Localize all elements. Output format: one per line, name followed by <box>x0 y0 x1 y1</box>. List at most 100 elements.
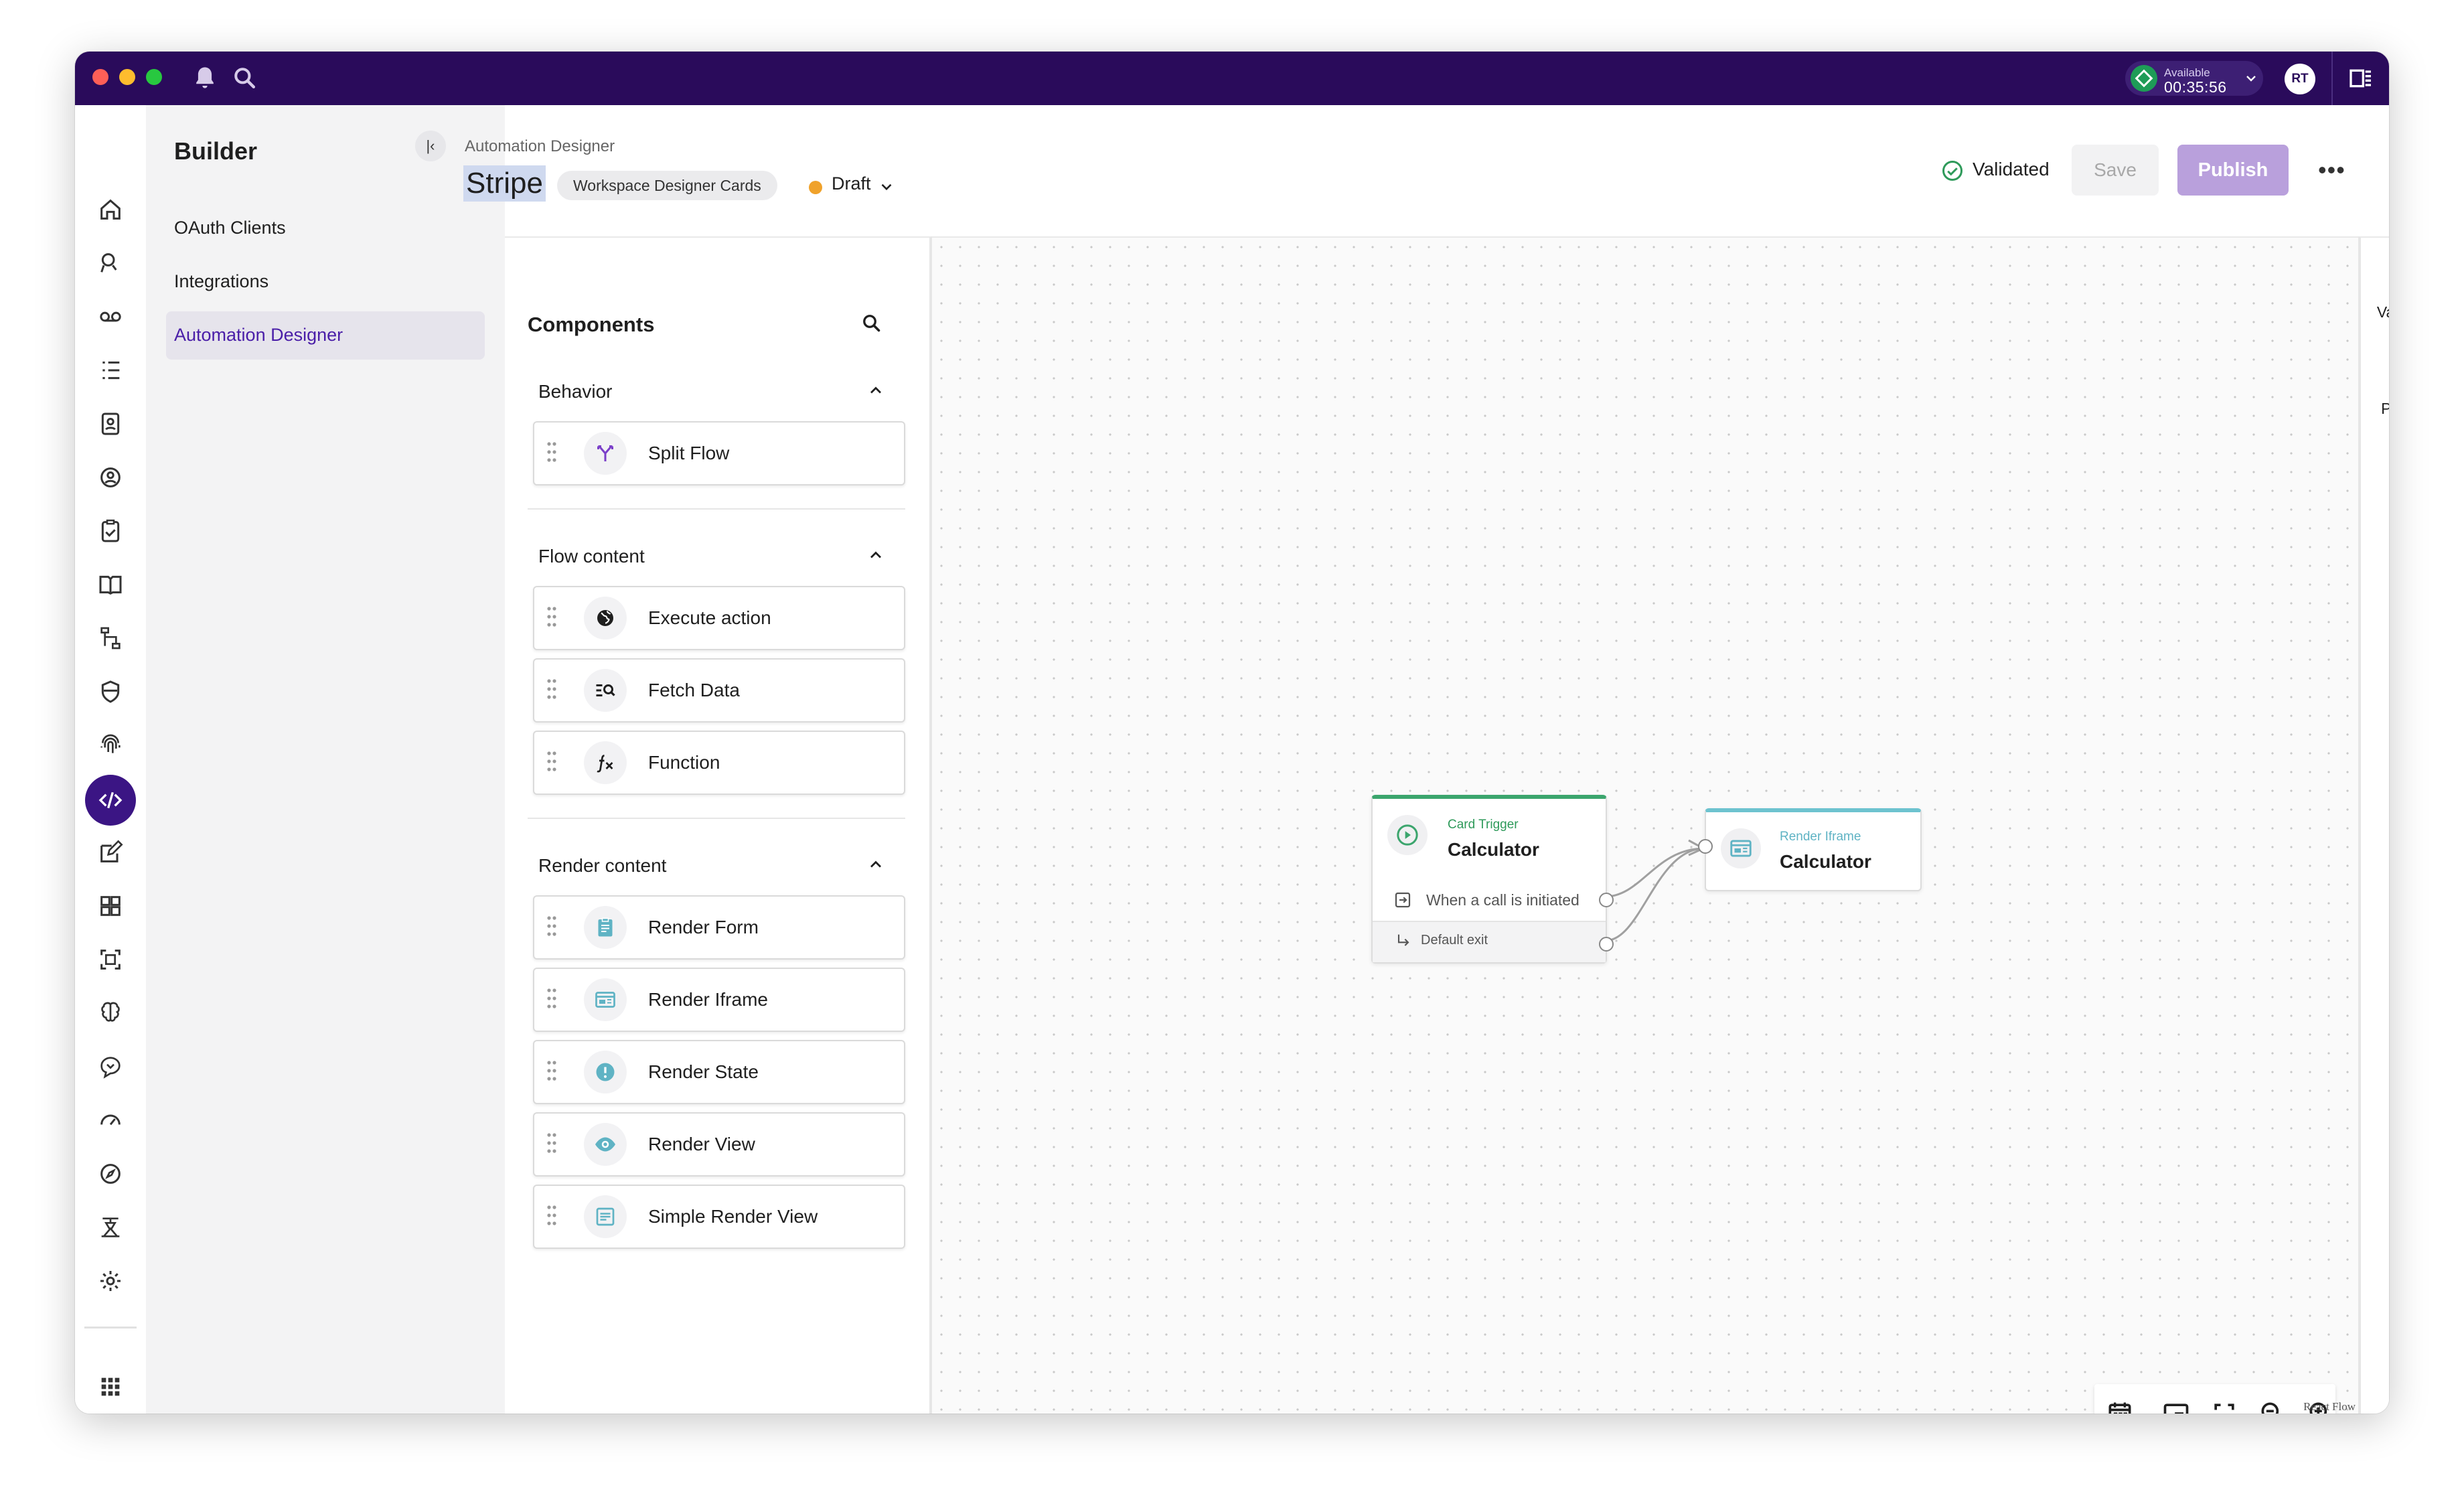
panel-toggle-icon[interactable] <box>2347 65 2374 92</box>
gear-icon[interactable] <box>93 1264 128 1298</box>
enter-icon <box>1395 892 1411 908</box>
right-tool-panel: {} Variables Preview <box>2361 238 2389 1414</box>
chat-icon[interactable] <box>93 1049 128 1084</box>
exit-output-handle[interactable] <box>1599 937 1614 952</box>
workspace-tag: Workspace Designer Cards <box>557 171 777 200</box>
iframe-input-handle[interactable] <box>1698 839 1713 854</box>
variables-button[interactable]: {} Variables <box>2361 273 2389 321</box>
shield-icon[interactable] <box>93 674 128 709</box>
minimap-icon[interactable] <box>2161 1399 2191 1414</box>
event-output-handle[interactable] <box>1599 893 1614 907</box>
component-render-state[interactable]: Render State <box>533 1040 905 1104</box>
builder-item-integrations[interactable]: Integrations <box>166 258 485 306</box>
exit-arrow-icon <box>1397 934 1409 946</box>
builder-item-automation-designer[interactable]: Automation Designer <box>166 311 485 360</box>
more-options-button[interactable]: ••• <box>2318 156 2345 184</box>
component-fetch-data[interactable]: Fetch Data <box>533 658 905 723</box>
contacts-icon[interactable] <box>93 406 128 441</box>
component-split-flow[interactable]: Split Flow <box>533 421 905 485</box>
card-trigger-node[interactable]: Card Trigger Calculator When a call is i… <box>1371 795 1614 964</box>
workflow-icon[interactable] <box>93 621 128 656</box>
flow-canvas[interactable]: Card Trigger Calculator When a call is i… <box>932 236 2358 1414</box>
voicemail-icon[interactable] <box>93 299 128 334</box>
calendar-icon[interactable] <box>2105 1399 2135 1414</box>
node-name: Calculator <box>1780 851 1871 872</box>
save-button[interactable]: Save <box>2072 145 2159 196</box>
component-label: Function <box>648 752 720 773</box>
brain-icon[interactable] <box>93 996 128 1031</box>
variables-label: Variables <box>2376 303 2389 321</box>
drag-handle-icon[interactable] <box>546 606 557 627</box>
left-nav-rail <box>75 105 146 1414</box>
breadcrumb[interactable]: Automation Designer <box>465 137 615 156</box>
chevron-up-icon[interactable] <box>866 855 885 874</box>
zoom-out-icon[interactable] <box>2258 1399 2287 1414</box>
collapse-left-icon: |‹ <box>426 137 435 154</box>
status-dropdown[interactable]: Draft <box>832 173 895 196</box>
publish-button[interactable]: Publish <box>2177 145 2289 196</box>
section-divider <box>528 508 905 510</box>
zoom-window-button[interactable] <box>146 69 162 85</box>
agent-icon[interactable] <box>93 460 128 495</box>
fingerprint-icon[interactable] <box>93 728 128 763</box>
dashboard-icon[interactable] <box>93 889 128 923</box>
avatar[interactable]: RT <box>2285 64 2315 94</box>
close-window-button[interactable] <box>92 69 108 85</box>
search-icon[interactable] <box>230 64 260 93</box>
component-render-form[interactable]: Render Form <box>533 895 905 960</box>
frame-icon[interactable] <box>93 942 128 977</box>
drag-handle-icon[interactable] <box>546 915 557 937</box>
speedometer-icon[interactable] <box>93 1102 128 1136</box>
builder-item-oauth-clients[interactable]: OAuth Clients <box>166 204 485 252</box>
compass-icon[interactable] <box>93 1156 128 1191</box>
drag-handle-icon[interactable] <box>546 678 557 700</box>
preview-button[interactable]: Preview <box>2361 369 2389 418</box>
check-circle-icon <box>1942 161 1962 181</box>
hierarchy-icon[interactable] <box>93 1210 128 1245</box>
component-label: Fetch Data <box>648 680 740 700</box>
chevron-up-icon[interactable] <box>866 546 885 564</box>
render-iframe-node[interactable]: Render Iframe Calculator <box>1698 808 1922 891</box>
drag-handle-icon[interactable] <box>546 988 557 1009</box>
page-title[interactable]: Stripe <box>463 165 546 202</box>
eye-icon <box>584 1123 627 1166</box>
minimize-window-button[interactable] <box>119 69 135 85</box>
voice-icon[interactable] <box>93 246 128 281</box>
edit-icon[interactable] <box>93 835 128 870</box>
chevron-up-icon[interactable] <box>866 381 885 400</box>
component-simple-render-view[interactable]: Simple Render View <box>533 1185 905 1249</box>
component-render-iframe[interactable]: Render Iframe <box>533 968 905 1032</box>
node-name: Calculator <box>1448 839 1539 860</box>
fit-view-icon[interactable] <box>2210 1399 2239 1414</box>
app-grid-icon[interactable] <box>93 1369 128 1404</box>
node-event-label: When a call is initiated <box>1426 891 1580 909</box>
braces-icon: {} <box>2361 273 2389 299</box>
component-label: Split Flow <box>648 443 730 463</box>
react-flow-attribution[interactable]: React Flow <box>2303 1400 2356 1414</box>
drag-handle-icon[interactable] <box>546 441 557 463</box>
node-exit-row: Default exit <box>1373 921 1606 962</box>
bell-icon[interactable] <box>190 64 220 93</box>
availability-status[interactable]: Available 00:35:56 <box>2125 61 2263 96</box>
builder-sidebar: Builder OAuth Clients Integrations Autom… <box>146 105 505 1414</box>
list-icon[interactable] <box>93 353 128 388</box>
fetch-data-icon <box>584 669 627 712</box>
search-icon[interactable] <box>860 311 884 335</box>
drag-handle-icon[interactable] <box>546 1205 557 1226</box>
drag-handle-icon[interactable] <box>546 751 557 772</box>
component-function[interactable]: Function <box>533 731 905 795</box>
code-icon[interactable] <box>85 775 136 826</box>
component-label: Render State <box>648 1061 759 1082</box>
component-render-view[interactable]: Render View <box>533 1112 905 1177</box>
book-icon[interactable] <box>93 567 128 602</box>
iframe-icon <box>1721 828 1761 868</box>
drag-handle-icon[interactable] <box>546 1132 557 1154</box>
component-execute-action[interactable]: Execute action <box>533 586 905 650</box>
clipboard-icon[interactable] <box>93 514 128 548</box>
collapse-sidebar-button[interactable]: |‹ <box>415 131 446 161</box>
title-bar: Available 00:35:56 RT <box>75 52 2389 105</box>
chevron-down-icon <box>2246 76 2256 82</box>
titlebar-divider <box>2331 52 2333 105</box>
drag-handle-icon[interactable] <box>546 1060 557 1081</box>
home-icon[interactable] <box>93 192 128 227</box>
